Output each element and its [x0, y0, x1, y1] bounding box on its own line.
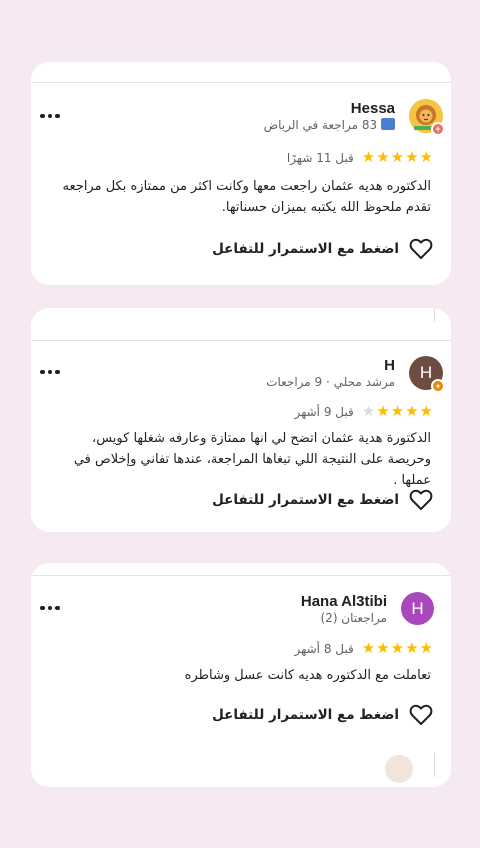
star-empty-icon: ★	[361, 402, 376, 420]
reviewer-meta: مراجعتان (2)	[320, 611, 387, 625]
city-icon	[381, 118, 395, 130]
star-icon: ★	[376, 639, 390, 657]
review-card: H Hana Al3tibi مراجعتان (2) ★ ★ ★ ★ ★ قب…	[31, 563, 451, 787]
react-button[interactable]: اضغط مع الاستمرار للتفاعل	[212, 489, 433, 511]
rating-row: ★ ★ ★ ★ ★ قبل 9 أشهر	[294, 404, 433, 419]
local-guide-badge-icon: +	[431, 379, 445, 393]
review-text: تعاملت مع الدكتوره هديه كانت عسل وشاطره	[184, 668, 431, 683]
star-icon: ★	[390, 148, 405, 166]
badge-icon: +	[431, 122, 445, 136]
owner-reply-divider	[434, 753, 435, 777]
card-divider	[31, 575, 451, 576]
heart-icon	[409, 704, 433, 725]
reviewer-name[interactable]: Hana Al3tibi	[301, 593, 387, 610]
star-icon: ★	[419, 639, 433, 657]
reviewer-name[interactable]: Hessa	[351, 100, 395, 117]
heart-icon	[409, 238, 433, 259]
review-time: قبل 8 أشهر	[294, 641, 354, 656]
star-icon: ★	[390, 639, 405, 657]
react-label: اضغط مع الاستمرار للتفاعل	[212, 707, 399, 723]
review-time: قبل 11 شهرًا	[286, 150, 354, 165]
card-divider	[434, 308, 435, 322]
star-icon: ★	[361, 639, 376, 657]
react-label: اضغط مع الاستمرار للتفاعل	[212, 492, 399, 508]
react-button[interactable]: اضغط مع الاستمرار للتفاعل	[212, 238, 433, 260]
review-card: + Hessa 83 مراجعة في الرياض ★ ★ ★ ★ ★ قب…	[31, 62, 451, 285]
more-options-icon[interactable]	[40, 367, 62, 377]
avatar[interactable]: H +	[409, 356, 445, 393]
star-icon: ★	[390, 402, 405, 420]
rating-stars: ★ ★ ★ ★ ★	[362, 150, 433, 165]
star-icon: ★	[419, 148, 433, 166]
card-divider	[31, 340, 451, 341]
star-icon: ★	[405, 639, 419, 657]
avatar[interactable]: +	[409, 99, 445, 136]
heart-icon	[409, 489, 433, 510]
star-icon: ★	[419, 402, 433, 420]
review-text: الدكتورة هدية عثمان اتضح لي انها ممتازة …	[73, 431, 431, 488]
rating-stars: ★ ★ ★ ★ ★	[362, 641, 433, 656]
star-icon: ★	[376, 148, 390, 166]
reviewer-meta: مرشد محلي · 9 مراجعات	[266, 375, 395, 389]
star-icon: ★	[405, 148, 419, 166]
star-icon: ★	[361, 148, 376, 166]
star-icon: ★	[405, 402, 419, 420]
card-divider	[31, 82, 451, 83]
rating-row: ★ ★ ★ ★ ★ قبل 8 أشهر	[294, 641, 433, 656]
react-label: اضغط مع الاستمرار للتفاعل	[212, 241, 399, 257]
star-icon: ★	[376, 402, 390, 420]
avatar[interactable]: H	[401, 592, 434, 625]
reviewer-name[interactable]: H	[384, 357, 395, 374]
review-time: قبل 9 أشهر	[294, 404, 354, 419]
reviewer-meta: 83 مراجعة في الرياض	[264, 118, 395, 132]
more-options-icon[interactable]	[40, 603, 62, 613]
owner-reply-avatar	[385, 755, 413, 783]
rating-stars: ★ ★ ★ ★ ★	[362, 404, 433, 419]
more-options-icon[interactable]	[40, 111, 62, 121]
review-card: H + H مرشد محلي · 9 مراجعات ★ ★ ★ ★ ★ قب…	[31, 308, 451, 532]
react-button[interactable]: اضغط مع الاستمرار للتفاعل	[212, 704, 433, 726]
review-text: الدكتوره هديه عثمان راجعت معها وكانت اكث…	[62, 179, 431, 215]
rating-row: ★ ★ ★ ★ ★ قبل 11 شهرًا	[287, 150, 433, 165]
